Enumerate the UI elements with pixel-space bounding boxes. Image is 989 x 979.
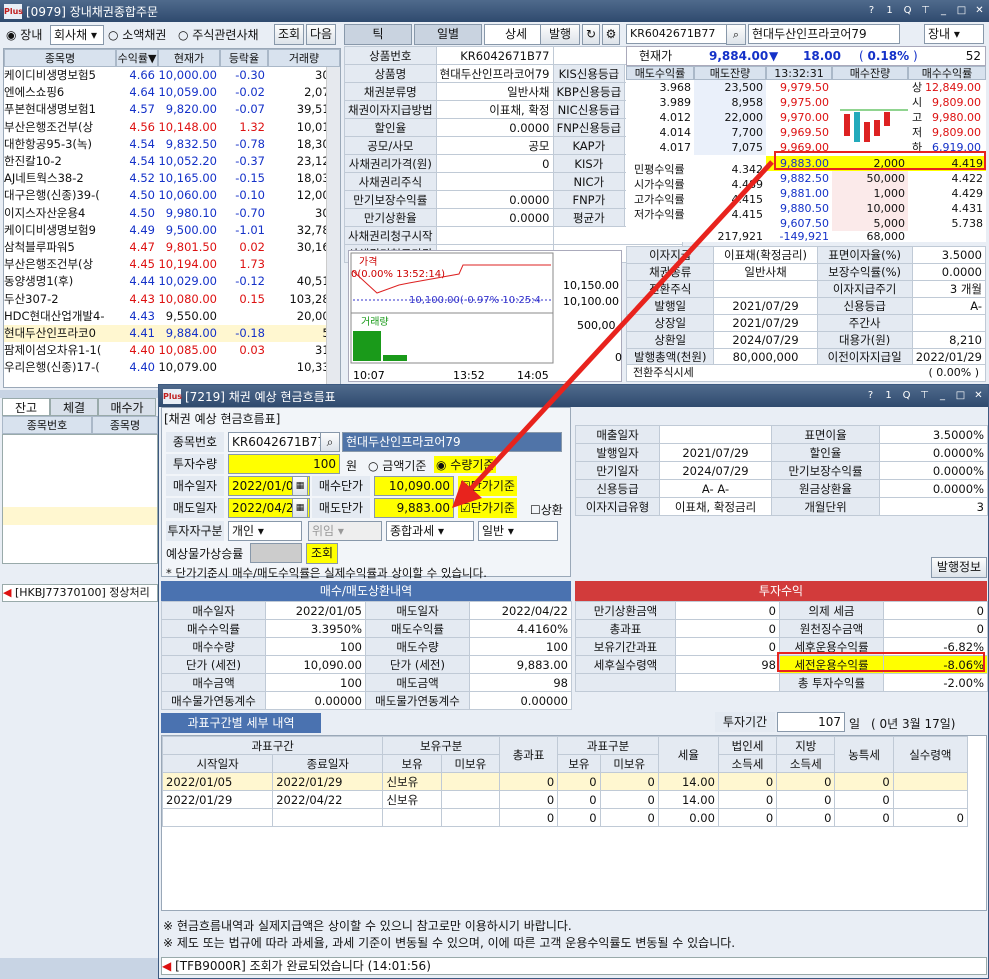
arrow-shaft xyxy=(466,160,774,494)
highlight-bid-row xyxy=(774,151,986,170)
annotation-arrow xyxy=(452,151,986,672)
highlight-pretax-return xyxy=(777,652,985,672)
